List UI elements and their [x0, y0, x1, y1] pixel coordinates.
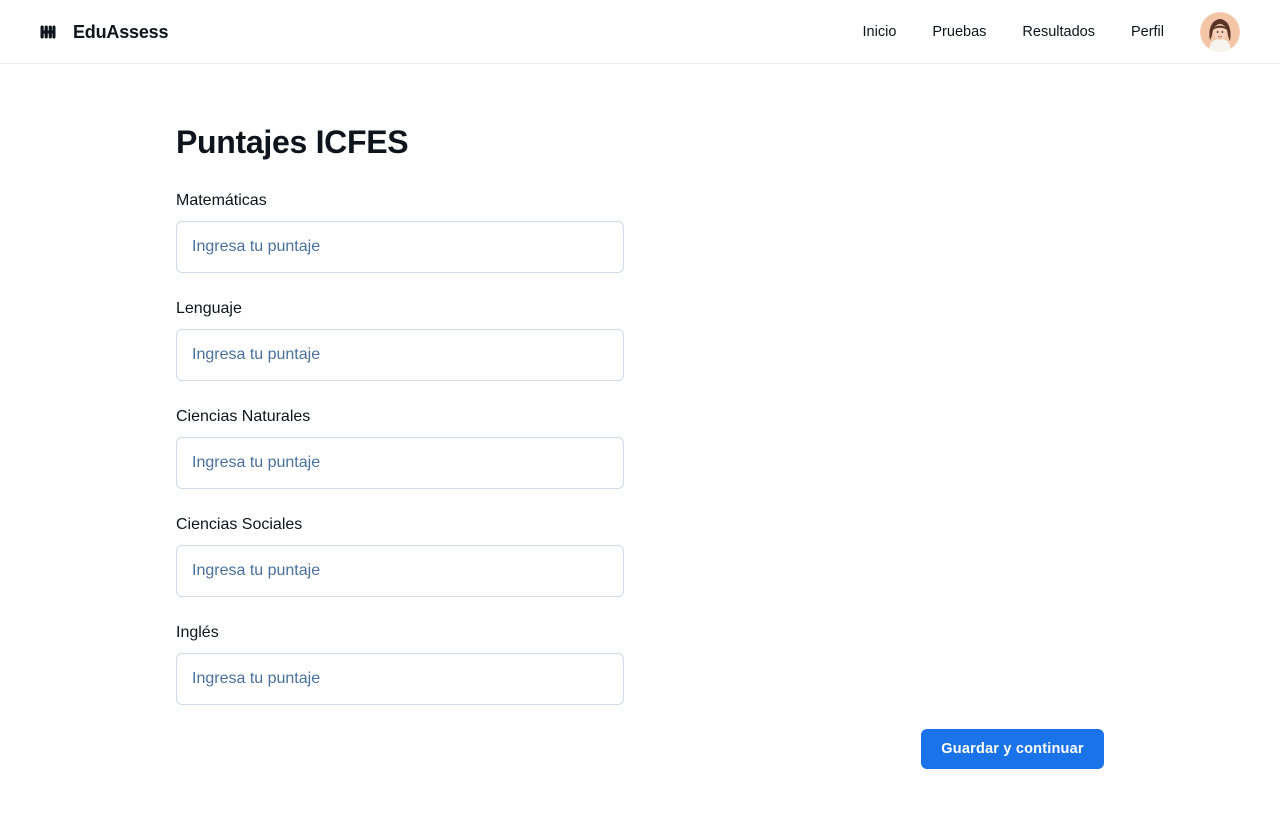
score-field-ciencias-naturales: Ciencias Naturales — [176, 405, 624, 489]
eduassess-logo-icon — [40, 24, 56, 40]
score-field-lenguaje: Lenguaje — [176, 297, 624, 381]
nav-link-inicio[interactable]: Inicio — [863, 24, 897, 40]
page-title: Puntajes ICFES — [176, 124, 409, 160]
brand-name: EduAssess — [73, 21, 169, 42]
field-label: Matemáticas — [176, 192, 267, 209]
score-field-ciencias-sociales: Ciencias Sociales — [176, 513, 624, 597]
nav-link-resultados[interactable]: Resultados — [1022, 24, 1095, 40]
user-avatar[interactable] — [1200, 12, 1240, 52]
field-label: Inglés — [176, 624, 219, 641]
nav-link-pruebas[interactable]: Pruebas — [932, 24, 986, 40]
field-label: Lenguaje — [176, 300, 242, 317]
score-field-ingles: Inglés — [176, 621, 624, 705]
score-input-lenguaje[interactable] — [176, 329, 624, 381]
top-navigation-bar: EduAssess Inicio Pruebas Resultados Perf… — [0, 0, 1280, 64]
score-input-ciencias-naturales[interactable] — [176, 437, 624, 489]
save-and-continue-button[interactable]: Guardar y continuar — [921, 729, 1104, 769]
field-label: Ciencias Naturales — [176, 408, 311, 425]
score-field-matematicas: Matemáticas — [176, 189, 624, 273]
main-nav: Inicio Pruebas Resultados Perfil — [863, 0, 1240, 64]
brand[interactable]: EduAssess — [40, 18, 168, 46]
nav-link-perfil[interactable]: Perfil — [1131, 24, 1164, 40]
score-input-matematicas[interactable] — [176, 221, 624, 273]
score-input-ciencias-sociales[interactable] — [176, 545, 624, 597]
field-label: Ciencias Sociales — [176, 516, 303, 533]
score-input-ingles[interactable] — [176, 653, 624, 705]
